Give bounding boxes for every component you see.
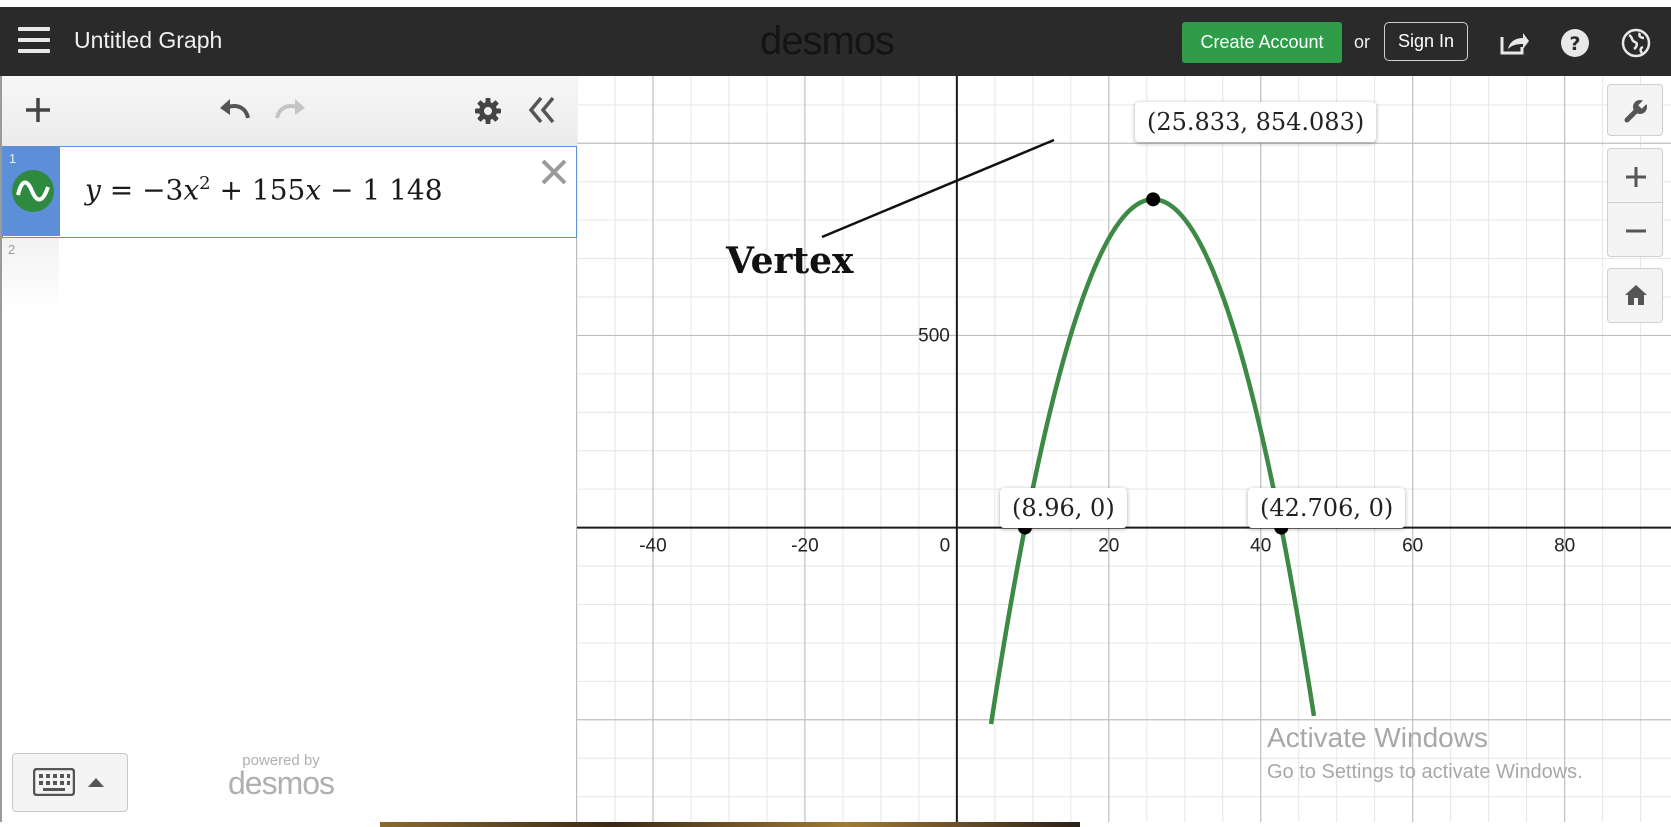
expression-index-2: 2 bbox=[8, 242, 16, 257]
gear-icon[interactable] bbox=[474, 97, 502, 125]
parabola-curve[interactable] bbox=[988, 197, 1317, 725]
create-account-button[interactable]: Create Account bbox=[1182, 22, 1342, 63]
expr-var: x bbox=[183, 173, 200, 207]
expr-lhs: y bbox=[85, 173, 101, 207]
home-icon bbox=[1625, 285, 1647, 305]
axes bbox=[577, 76, 1671, 822]
graph-canvas[interactable]: -40 -20 0 20 40 60 80 500 bbox=[576, 65, 1671, 822]
undo-icon[interactable] bbox=[216, 94, 252, 124]
close-icon[interactable] bbox=[539, 157, 569, 187]
expression-index: 1 bbox=[9, 151, 17, 166]
home-button[interactable] bbox=[1607, 268, 1663, 323]
expression-formula[interactable]: y = −3x2 + 155x − 1 148 bbox=[85, 173, 443, 206]
x-tick-label: 80 bbox=[1554, 536, 1575, 557]
vertex-annotation: Vertex bbox=[726, 240, 854, 282]
activate-windows-title: Activate Windows bbox=[1267, 722, 1488, 753]
vertex-pointer-line bbox=[821, 138, 1055, 239]
expression-row-1[interactable]: 1 y = −3x2 + 155x − 1 148 bbox=[2, 146, 577, 238]
top-bar: Untitled Graph desmos Create Account or … bbox=[0, 0, 1671, 76]
expr-linear: + 155 bbox=[210, 173, 306, 207]
caret-up-icon bbox=[88, 778, 104, 787]
zoom-out-icon bbox=[1626, 229, 1646, 233]
expression-toolbar bbox=[2, 76, 577, 147]
expression-panel: 1 y = −3x2 + 155x − 1 148 2 powered by d… bbox=[0, 76, 577, 822]
sign-in-button[interactable]: Sign In bbox=[1384, 22, 1468, 61]
x-tick-label: -20 bbox=[791, 536, 818, 557]
x-tick-label: 40 bbox=[1250, 536, 1271, 557]
expr-var2: x bbox=[305, 173, 322, 207]
zoom-in-button[interactable] bbox=[1607, 148, 1663, 203]
x-tick-label: 0 bbox=[940, 536, 951, 557]
x-tick-label: 60 bbox=[1402, 536, 1423, 557]
expression-row-2[interactable]: 2 bbox=[2, 238, 59, 310]
zoom-in-icon bbox=[1626, 167, 1646, 187]
help-icon[interactable]: ? bbox=[1559, 27, 1591, 59]
hamburger-icon[interactable] bbox=[18, 27, 50, 57]
marked-points[interactable] bbox=[1017, 192, 1289, 535]
expr-coef: = −3 bbox=[100, 173, 184, 207]
root-1-coordinate-label[interactable]: (8.96, 0) bbox=[1000, 488, 1127, 528]
x-tick-label: 20 bbox=[1098, 536, 1119, 557]
activate-windows-subtitle: Go to Settings to activate Windows. bbox=[1267, 761, 1583, 783]
plus-icon[interactable] bbox=[24, 96, 52, 124]
share-icon[interactable] bbox=[1497, 27, 1529, 59]
zoom-out-button[interactable] bbox=[1607, 202, 1663, 257]
expr-exponent: 2 bbox=[199, 173, 211, 194]
graph-area[interactable]: -40 -20 0 20 40 60 80 500 Vertex (25.833, 854.0… bbox=[576, 65, 1671, 822]
globe-icon[interactable] bbox=[1620, 27, 1652, 59]
x-tick-label: -40 bbox=[639, 536, 666, 557]
powered-by: powered by desmos bbox=[228, 752, 335, 801]
y-tick-label: 500 bbox=[918, 325, 950, 346]
powered-by-logo: desmos bbox=[228, 765, 335, 801]
or-text: or bbox=[1354, 32, 1371, 52]
desmos-logo: desmos bbox=[760, 19, 895, 63]
expression-gutter: 1 bbox=[3, 147, 60, 236]
keyboard-icon bbox=[33, 768, 75, 796]
background-photo-edge bbox=[380, 822, 1080, 827]
major-gridlines bbox=[577, 76, 1671, 822]
redo-icon[interactable] bbox=[273, 94, 309, 124]
svg-text:?: ? bbox=[1569, 33, 1580, 55]
double-chevron-left-icon[interactable] bbox=[527, 94, 557, 126]
graph-settings-button[interactable] bbox=[1607, 84, 1663, 136]
root-2-coordinate-label[interactable]: (42.706, 0) bbox=[1248, 488, 1406, 528]
graph-title[interactable]: Untitled Graph bbox=[74, 27, 222, 54]
minor-gridlines bbox=[576, 65, 1671, 822]
vertex-coordinate-label[interactable]: (25.833, 854.083) bbox=[1135, 102, 1377, 142]
wrench-icon bbox=[1624, 98, 1649, 123]
expr-constant: − 1 148 bbox=[321, 173, 443, 207]
vertex-point[interactable] bbox=[1146, 192, 1161, 207]
graph-style-icon[interactable] bbox=[11, 169, 55, 213]
keyboard-toggle-button[interactable] bbox=[12, 753, 128, 812]
